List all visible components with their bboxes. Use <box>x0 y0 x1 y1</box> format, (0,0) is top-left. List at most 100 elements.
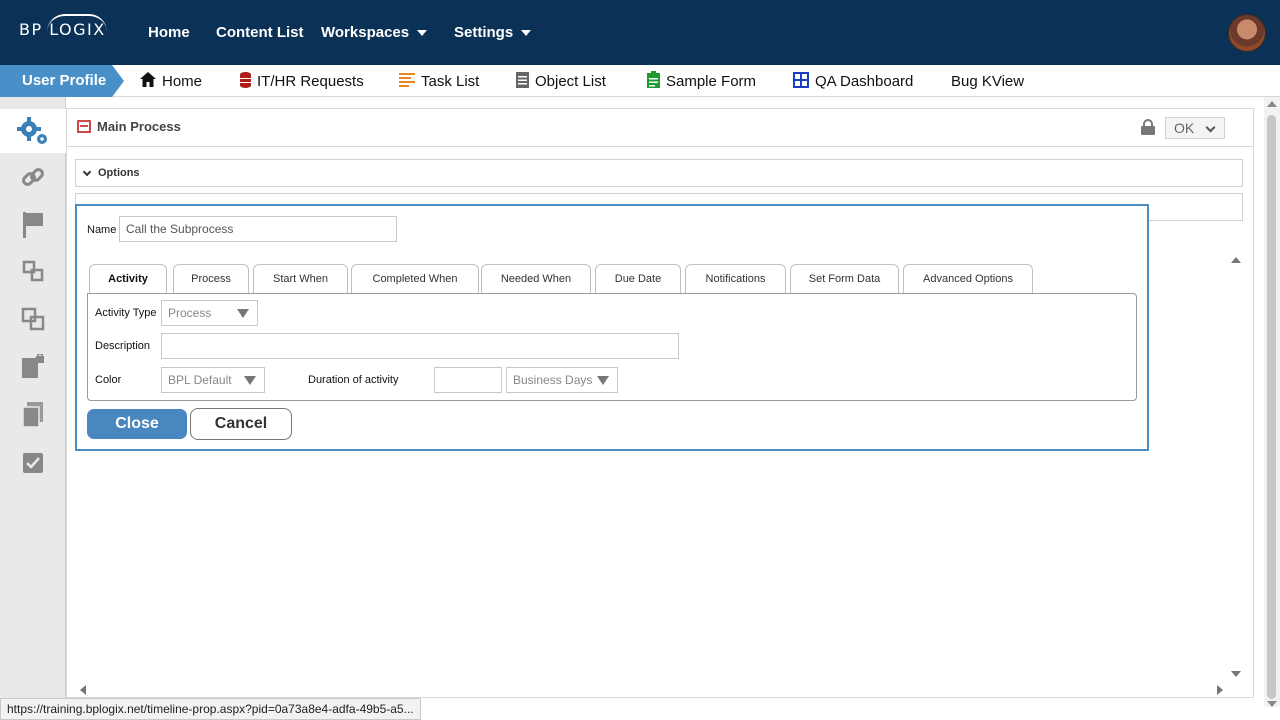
duration-unit-value: Business Days <box>513 373 593 387</box>
color-value: BPL Default <box>168 373 232 387</box>
tab-completed-when-label: Completed When <box>372 273 458 285</box>
nav-workspaces-label: Workspaces <box>321 24 410 41</box>
locked-document-icon[interactable] <box>0 345 66 389</box>
tab-needed-when[interactable]: Needed When <box>481 264 591 294</box>
nav-settings[interactable]: Settings <box>454 0 532 65</box>
nav-content-list[interactable]: Content List <box>216 0 304 65</box>
tab-activity-label: Activity <box>108 273 148 285</box>
name-label: Name <box>87 224 117 236</box>
cancel-button[interactable]: Cancel <box>190 408 292 440</box>
scroll-left-icon[interactable] <box>80 685 86 695</box>
nav-workspaces[interactable]: Workspaces <box>321 0 428 65</box>
subnav-sample-form[interactable]: Sample Form <box>647 65 756 97</box>
nav-home[interactable]: Home <box>148 0 190 65</box>
subnav-it-hr-requests[interactable]: IT/HR Requests <box>240 65 364 97</box>
document-icon <box>516 71 529 91</box>
nav-home-label: Home <box>148 24 190 41</box>
ok-button-label: OK <box>1174 120 1195 136</box>
tab-process-label: Process <box>191 273 231 285</box>
chevron-down-icon <box>521 29 532 36</box>
left-toolbar <box>0 97 66 720</box>
database-icon <box>240 71 251 91</box>
scroll-right-icon[interactable] <box>1217 685 1223 695</box>
user-profile-tab[interactable]: User Profile <box>0 65 124 97</box>
options-section[interactable]: Options <box>75 159 1243 187</box>
tab-needed-when-label: Needed When <box>500 273 572 285</box>
duration-label: Duration of activity <box>308 374 399 386</box>
home-icon <box>140 72 156 90</box>
status-bar-url: https://training.bplogix.net/timeline-pr… <box>0 698 421 720</box>
subnav-task-list[interactable]: Task List <box>399 65 479 97</box>
subprocess-icon[interactable] <box>0 249 66 293</box>
lock-icon[interactable] <box>1141 119 1155 135</box>
color-label: Color <box>95 374 122 386</box>
color-select[interactable]: BPL Default <box>161 367 265 393</box>
subnav-task-list-label: Task List <box>421 72 480 90</box>
ok-button[interactable]: OK <box>1165 117 1225 139</box>
top-navigation-bar: BP LOGIX Home Content List Workspaces Se… <box>0 0 1280 65</box>
duration-input[interactable] <box>434 367 502 393</box>
tab-notifications[interactable]: Notifications <box>685 264 786 294</box>
name-input[interactable]: Call the Subprocess <box>119 216 397 242</box>
tab-process[interactable]: Process <box>173 264 249 294</box>
window-scrollbar[interactable] <box>1264 97 1280 707</box>
tab-start-when[interactable]: Start When <box>253 264 348 294</box>
tab-set-form-data-label: Set Form Data <box>808 273 881 285</box>
chevron-down-icon <box>1205 122 1216 133</box>
dashboard-icon <box>793 71 809 91</box>
link-icon[interactable] <box>0 155 66 199</box>
flag-icon[interactable] <box>0 203 66 247</box>
panel-header: Main Process OK <box>67 109 1253 147</box>
duration-unit-select[interactable]: Business Days <box>506 367 618 393</box>
tab-advanced-options-label: Advanced Options <box>923 273 1013 285</box>
subnav-bug-kview[interactable]: Bug KView <box>951 65 1024 97</box>
user-avatar[interactable] <box>1228 14 1266 52</box>
dropdown-arrow-icon <box>237 309 249 318</box>
options-section-label: Options <box>98 167 140 179</box>
pages-icon[interactable] <box>0 393 66 437</box>
description-label: Description <box>95 340 151 352</box>
subnav-home[interactable]: Home <box>140 65 202 97</box>
scroll-down-icon[interactable] <box>1231 671 1241 677</box>
process-icon <box>77 120 91 133</box>
subnav-home-label: Home <box>162 72 203 90</box>
bplogix-logo[interactable]: BP LOGIX <box>19 14 107 39</box>
tab-completed-when[interactable]: Completed When <box>351 264 479 294</box>
workspace-bar: User Profile Home IT/HR Requests Task Li… <box>0 65 1280 97</box>
tab-activity[interactable]: Activity <box>89 264 167 295</box>
scroll-down-icon[interactable] <box>1267 701 1277 707</box>
nav-content-list-label: Content List <box>216 24 304 41</box>
description-input[interactable] <box>161 333 679 359</box>
chevron-down-icon <box>82 167 92 177</box>
gears-icon[interactable] <box>0 109 66 153</box>
subnav-sample-form-label: Sample Form <box>666 72 757 90</box>
scrollbar-thumb[interactable] <box>1267 115 1276 699</box>
clipboard-icon <box>647 71 660 91</box>
activity-type-value: Process <box>168 306 212 320</box>
tab-set-form-data[interactable]: Set Form Data <box>790 264 899 294</box>
nav-settings-label: Settings <box>454 24 514 41</box>
tab-start-when-label: Start When <box>272 273 329 285</box>
chevron-down-icon <box>417 29 428 36</box>
subnav-qa-dashboard[interactable]: QA Dashboard <box>793 65 913 97</box>
tab-notifications-label: Notifications <box>705 273 766 285</box>
user-profile-label: User Profile <box>22 72 107 89</box>
checklist-icon[interactable] <box>0 441 66 485</box>
activity-properties-dialog: Name Call the Subprocess Activity Proces… <box>75 204 1149 451</box>
tab-advanced-options[interactable]: Advanced Options <box>903 264 1033 294</box>
subnav-it-hr-requests-label: IT/HR Requests <box>257 72 364 90</box>
scroll-up-icon[interactable] <box>1231 257 1241 263</box>
name-input-value: Call the Subprocess <box>126 222 234 236</box>
tab-due-date[interactable]: Due Date <box>595 264 681 294</box>
close-button[interactable]: Close <box>87 409 187 439</box>
subnav-object-list[interactable]: Object List <box>516 65 606 97</box>
cancel-button-label: Cancel <box>214 415 268 432</box>
copy-icon[interactable] <box>0 297 66 341</box>
subnav-qa-dashboard-label: QA Dashboard <box>815 72 914 90</box>
tab-due-date-label: Due Date <box>614 273 662 285</box>
scroll-up-icon[interactable] <box>1267 101 1277 107</box>
activity-type-label: Activity Type <box>95 307 157 319</box>
activity-type-select[interactable]: Process <box>161 300 258 326</box>
logo-arc <box>47 14 107 32</box>
dropdown-arrow-icon <box>244 376 256 385</box>
